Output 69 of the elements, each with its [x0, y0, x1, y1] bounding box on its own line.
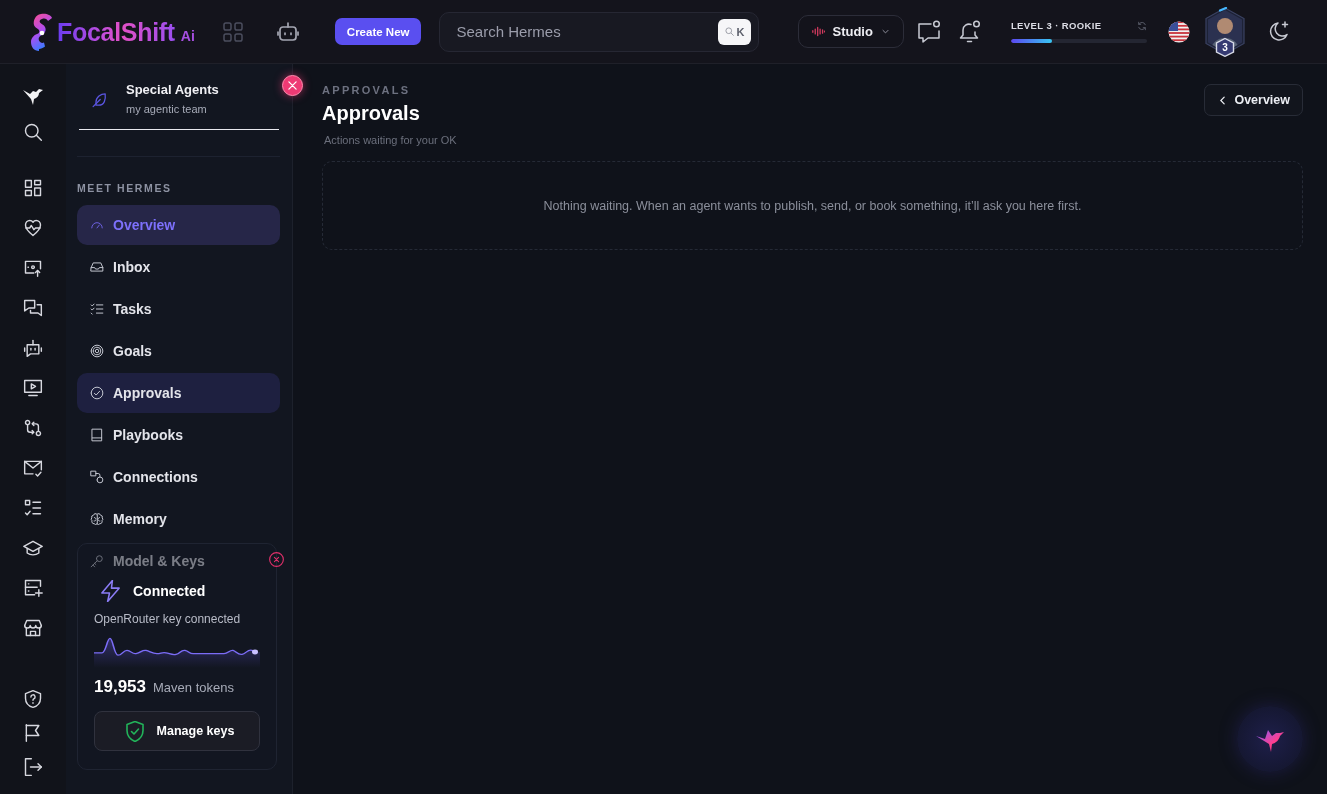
shield-check-icon: [125, 720, 144, 742]
nav-item[interactable]: Connections: [77, 457, 280, 497]
studio-dropdown[interactable]: Studio: [798, 15, 904, 48]
notification-bell-icon[interactable]: [957, 19, 982, 44]
bird-logo-icon[interactable]: [22, 86, 44, 106]
back-button[interactable]: Overview: [1204, 84, 1303, 116]
robot-icon[interactable]: [276, 21, 299, 42]
connection-status: Connected: [133, 583, 206, 599]
team-name: Special Agents: [126, 82, 219, 98]
chevron-down-icon: [881, 29, 889, 34]
manage-keys-button[interactable]: Manage keys: [94, 711, 260, 751]
user-avatar[interactable]: 3: [1203, 6, 1246, 57]
checklist-icon[interactable]: [23, 498, 43, 518]
nav-item[interactable]: Goals: [77, 331, 280, 371]
compare-arrows-icon[interactable]: [23, 418, 43, 438]
chevron-left-icon: [1220, 95, 1226, 105]
level-label: LEVEL 3 · ROOKIE: [1010, 20, 1102, 31]
waveform-icon: [812, 26, 826, 37]
search-icon: [724, 27, 734, 36]
storefront-icon[interactable]: [23, 618, 43, 638]
connection-detail: OpenRouter key connected: [94, 612, 242, 626]
page-title: Approvals: [322, 101, 421, 125]
nav-item[interactable]: Approvals: [77, 373, 280, 413]
nav-item[interactable]: Playbooks: [77, 415, 280, 455]
lightning-icon: [101, 580, 120, 602]
nav-item[interactable]: Memory: [77, 499, 280, 539]
video-player-icon[interactable]: [23, 378, 43, 398]
checklist-icon: [90, 302, 104, 316]
level-badge: 3: [1215, 37, 1235, 57]
graduation-cap-icon[interactable]: [23, 538, 43, 558]
check-circle-icon: [90, 386, 104, 400]
empty-state-message: Nothing waiting. When an agent wants to publish, send, or book something, it’ll ask you here first.: [543, 198, 1082, 213]
search-field[interactable]: Search Hermes K: [439, 11, 760, 52]
inbox-icon: [90, 260, 104, 274]
close-icon: [288, 81, 297, 90]
nodes-icon: [90, 470, 104, 484]
brain-icon: [90, 512, 104, 526]
token-count: 19,953: [94, 677, 146, 697]
logo-suffix: Ai: [180, 28, 195, 44]
mail-check-icon[interactable]: [23, 458, 43, 478]
robot-icon[interactable]: [23, 338, 43, 358]
nav-item[interactable]: Tasks: [77, 289, 280, 329]
target-icon: [90, 344, 104, 358]
us-flag-icon[interactable]: [1167, 20, 1190, 43]
server-plus-icon[interactable]: [23, 578, 43, 598]
search-icon[interactable]: [23, 122, 43, 142]
dashboard-icon[interactable]: [23, 178, 43, 198]
create-new-button[interactable]: Create New: [334, 18, 422, 45]
token-label: Maven tokens: [153, 679, 234, 697]
page-subtitle: Actions waiting for your OK: [324, 133, 457, 147]
nav-item[interactable]: Inbox: [77, 247, 280, 287]
logout-icon[interactable]: [23, 757, 43, 777]
book-icon: [90, 428, 104, 442]
key-icon: [90, 554, 104, 568]
heart-pulse-icon[interactable]: [23, 218, 43, 238]
breadcrumb-label: APPROVALS: [322, 84, 412, 97]
team-subtitle: my agentic team: [126, 103, 208, 116]
close-icon[interactable]: [269, 552, 284, 567]
section-heading: MEET HERMES: [77, 182, 173, 195]
shield-help-icon[interactable]: [23, 689, 43, 709]
logo-icon[interactable]: [30, 12, 52, 51]
chat-notification-icon[interactable]: [916, 19, 941, 44]
nav-item[interactable]: Model & Keys: [77, 541, 280, 581]
monitor-upload-icon[interactable]: [23, 258, 43, 278]
chat-bubbles-icon[interactable]: [23, 298, 43, 318]
nav-item[interactable]: Overview: [77, 205, 280, 245]
shortcut-key[interactable]: K: [717, 18, 752, 45]
feather-icon: [91, 90, 108, 108]
flag-icon[interactable]: [23, 723, 43, 743]
